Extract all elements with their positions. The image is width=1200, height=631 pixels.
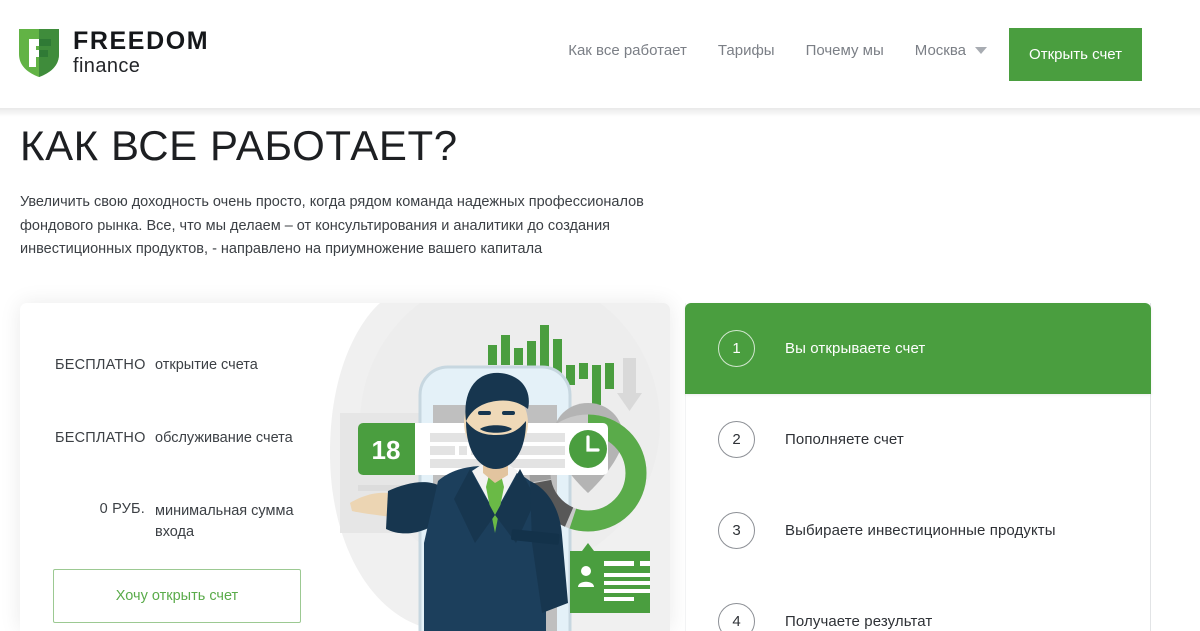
step-label: Пополняете счет bbox=[785, 431, 904, 448]
chevron-down-icon bbox=[975, 47, 987, 54]
pricing-row: БЕСПЛАТНО открытие счета bbox=[55, 355, 325, 376]
want-to-open-account-button[interactable]: Хочу открыть счет bbox=[53, 569, 301, 623]
step-item-2[interactable]: 2 Пополняете счет bbox=[686, 394, 1150, 485]
step-number: 1 bbox=[718, 330, 755, 367]
open-account-button[interactable]: Открыть счет bbox=[1009, 28, 1142, 81]
step-item-3[interactable]: 3 Выбираете инвестиционные продукты bbox=[686, 485, 1150, 576]
step-item-1[interactable]: 1 Вы открываете счет bbox=[685, 303, 1151, 394]
logo-text: FREEDOM finance bbox=[73, 26, 209, 78]
pricing-amount: БЕСПЛАТНО bbox=[55, 357, 146, 373]
site-header: FREEDOM finance Как все работает Тарифы … bbox=[0, 0, 1200, 108]
step-label: Выбираете инвестиционные продукты bbox=[785, 522, 1056, 539]
main-navigation: Как все работает Тарифы Почему мы Москва bbox=[568, 42, 987, 59]
pricing-label: открытие счета bbox=[155, 357, 258, 373]
city-selector-label: Москва bbox=[914, 42, 966, 59]
page-title: КАК ВСЕ РАБОТАЕТ? bbox=[20, 122, 458, 169]
nav-item-tariffs[interactable]: Тарифы bbox=[718, 42, 806, 59]
pricing-label: обслуживание счета bbox=[155, 430, 293, 447]
step-number: 4 bbox=[718, 603, 755, 631]
pricing-list: БЕСПЛАТНО открытие счета БЕСПЛАТНО обслу… bbox=[55, 355, 325, 583]
badge-number: 18 bbox=[372, 435, 401, 465]
businessman-illustration: 18 bbox=[330, 303, 670, 631]
step-item-4[interactable]: 4 Получаете результат bbox=[686, 576, 1150, 631]
step-number: 2 bbox=[718, 421, 755, 458]
step-number: 3 bbox=[718, 512, 755, 549]
step-label: Получаете результат bbox=[785, 613, 933, 630]
city-selector[interactable]: Москва bbox=[915, 42, 987, 59]
pricing-row: 0 РУБ. минимальная сумма входа bbox=[55, 501, 325, 543]
logo-title: FREEDOM bbox=[73, 27, 210, 55]
nav-item-how-it-works[interactable]: Как все работает bbox=[568, 42, 718, 59]
hero-description: Увеличить свою доходность очень просто, … bbox=[20, 194, 644, 257]
header-divider bbox=[0, 108, 1200, 117]
nav-item-why-us[interactable]: Почему мы bbox=[806, 42, 915, 59]
steps-panel: 1 Вы открываете счет 2 Пополняете счет 3… bbox=[685, 303, 1151, 631]
pricing-row: БЕСПЛАТНО обслуживание счета bbox=[55, 428, 325, 449]
pricing-amount: 0 РУБ. bbox=[99, 501, 145, 518]
logo[interactable]: FREEDOM finance bbox=[18, 26, 209, 78]
shield-f-logo-icon bbox=[19, 29, 59, 78]
pricing-amount: БЕСПЛАТНО bbox=[55, 430, 146, 447]
step-label: Вы открываете счет bbox=[785, 340, 926, 357]
logo-subtitle: finance bbox=[73, 55, 141, 78]
page-root: FREEDOM finance Как все работает Тарифы … bbox=[0, 0, 1200, 631]
clock-icon bbox=[569, 430, 607, 468]
pricing-label: минимальная сумма входа bbox=[155, 503, 294, 541]
id-card-icon bbox=[570, 543, 650, 613]
hero-section: КАК ВСЕ РАБОТАЕТ? Увеличить свою доходно… bbox=[20, 122, 720, 261]
